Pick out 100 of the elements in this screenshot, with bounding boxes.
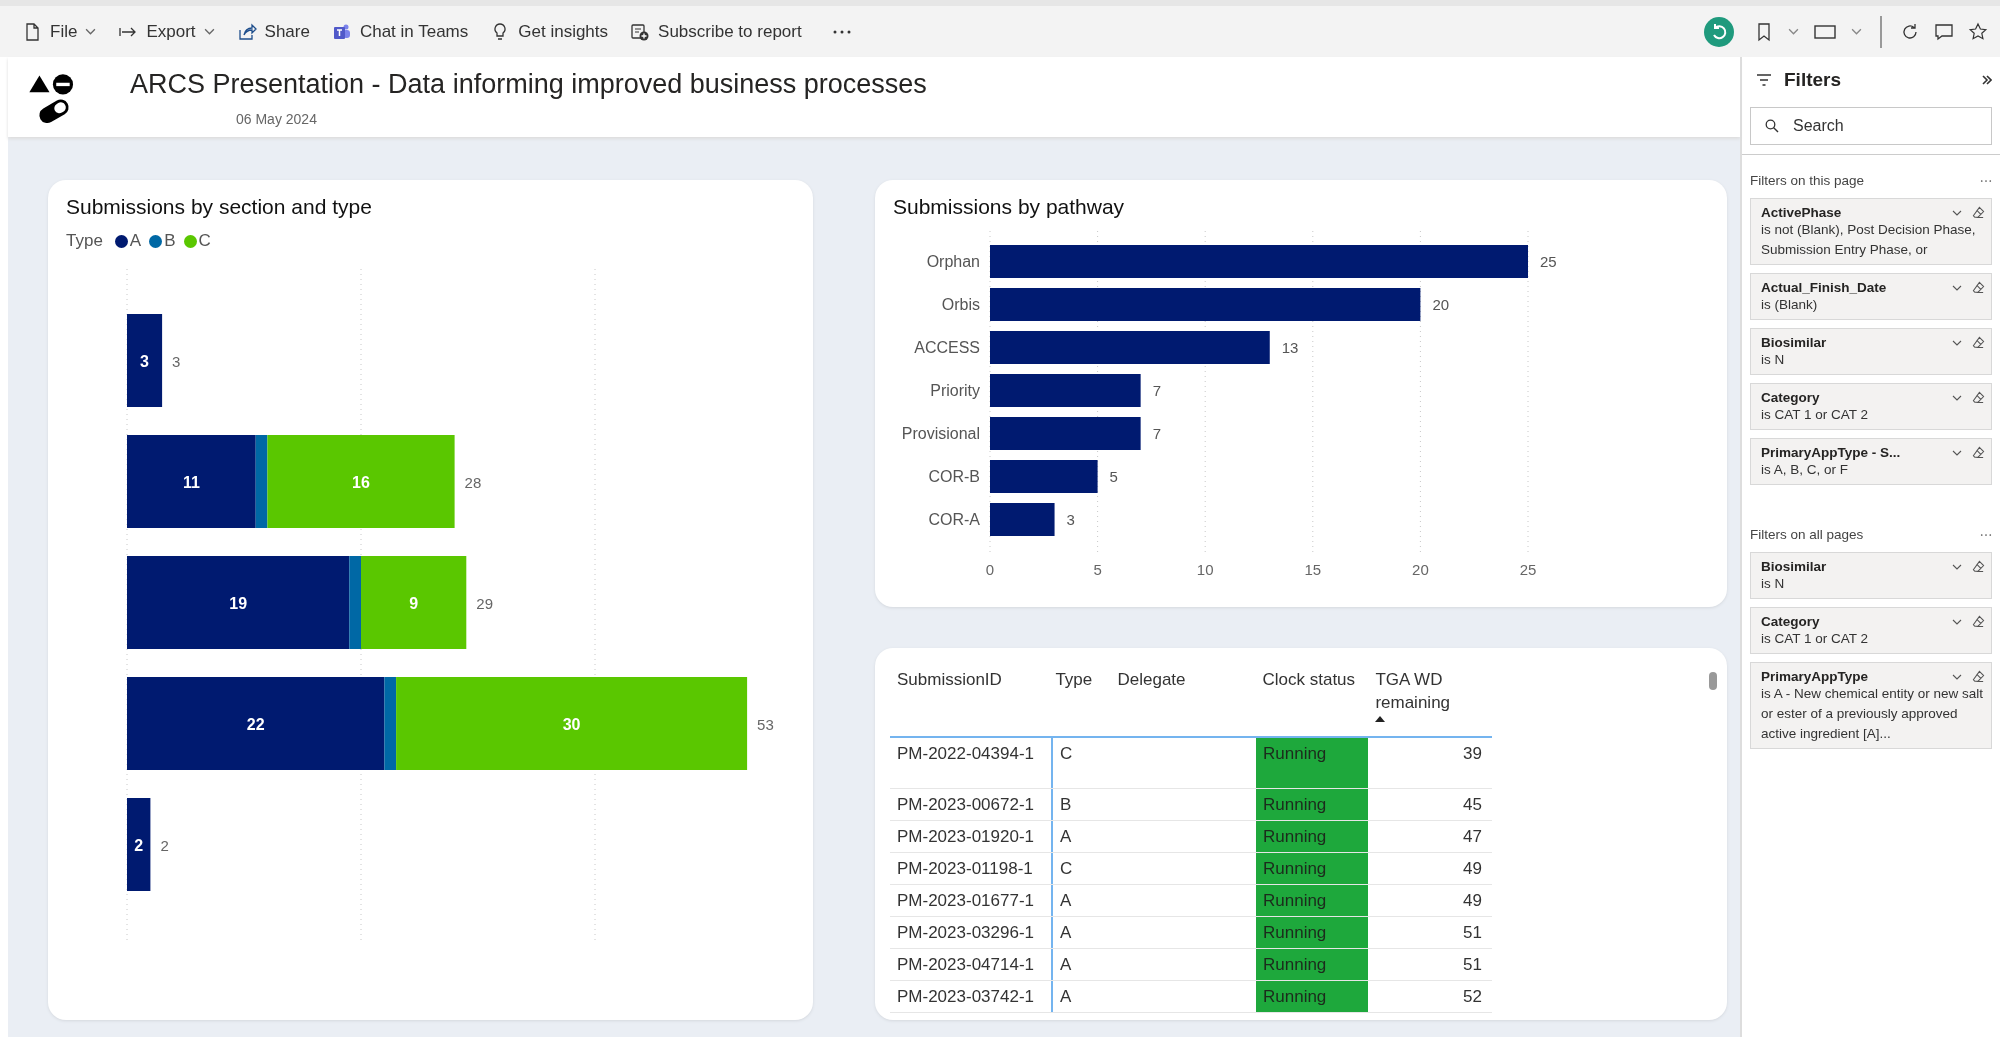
data-label: 5 <box>1109 468 1118 485</box>
data-label: 13 <box>1281 339 1299 356</box>
report-title: ARCS Presentation - Data informing improved business processes <box>130 69 927 100</box>
category-label: COR-A <box>928 511 980 528</box>
chevron-icon[interactable] <box>1952 673 1962 680</box>
filter-condition: is A - New chemical entity or new salt or ester of a previously approved active ingredient [A]... <box>1761 685 1985 743</box>
category-label: Priority <box>930 382 980 399</box>
refresh-icon[interactable] <box>1900 21 1920 42</box>
table-cell: PM-2023-03742-1 <box>890 981 1053 1012</box>
table-cell-text: 47 <box>1462 826 1483 848</box>
chevron-icon[interactable] <box>1952 618 1962 625</box>
table-cell-text: A <box>1059 986 1073 1008</box>
search-field[interactable]: Search <box>1750 107 1992 145</box>
collapse-icon[interactable] <box>1982 75 1992 85</box>
chart-title: Submissions by pathway <box>892 194 1126 219</box>
filter-condition: is CAT 1 or CAT 2 <box>1761 406 1870 424</box>
table-cell-text: 39 <box>1462 743 1483 765</box>
filter-card[interactable]: ActivePhase is not (Blank), Post Decision Phase, Submission Entry Phase, or <box>1750 198 1992 265</box>
axis-tick-label: 5 <box>1093 561 1102 578</box>
category-label: ACCESS <box>914 339 980 356</box>
eraser-icon[interactable] <box>1972 281 1985 294</box>
total-label: 3 <box>172 352 181 370</box>
eraser-icon[interactable] <box>1972 336 1985 349</box>
toolbar-button[interactable]: Get insights <box>484 17 615 46</box>
filter-condition: is not (Blank), Post Decision Phase, Submission Entry Phase, or <box>1761 221 1977 259</box>
table-cell-text: A <box>1059 954 1073 976</box>
toolbar-button[interactable]: Share <box>230 17 316 46</box>
filter-name: Category <box>1761 390 1821 405</box>
column-header[interactable]: Type <box>1048 662 1111 736</box>
more-icon[interactable] <box>831 28 852 35</box>
legend-label: A <box>129 231 142 251</box>
share-icon <box>236 21 257 42</box>
filter-card[interactable]: PrimaryAppType is A - New chemical entity or new salt or ester of a previously approved active ingredient [A]... <box>1750 662 1992 749</box>
eraser-icon[interactable] <box>1972 391 1985 404</box>
legend-title: Type <box>66 231 103 251</box>
filter-name: Biosimilar <box>1761 335 1828 350</box>
table-cell: PM-2022-04394-1 <box>890 738 1053 788</box>
status-cell: Running <box>1256 789 1368 820</box>
legend-label: C <box>198 231 211 251</box>
filter-condition: is (Blank) <box>1761 296 1819 314</box>
column-header[interactable]: TGA WD remaining <box>1368 662 1492 736</box>
filter-card[interactable]: PrimaryAppType - S... is A, B, C, or F <box>1750 438 1992 485</box>
chevron-icon[interactable] <box>1952 394 1962 401</box>
filter-card[interactable]: Category is CAT 1 or CAT 2 <box>1750 607 1992 654</box>
chevron-icon[interactable] <box>1952 339 1962 346</box>
report-date: 06 May 2024 <box>236 111 318 127</box>
axis-tick-label: 20 <box>1412 561 1429 578</box>
data-label: 2 <box>134 836 144 854</box>
data-label: 7 <box>1152 382 1161 399</box>
data-label: 16 <box>352 473 370 491</box>
eraser-icon[interactable] <box>1972 206 1985 219</box>
filter-icon <box>1756 74 1772 86</box>
chevron-icon[interactable] <box>1952 284 1962 291</box>
toolbar-button[interactable]: File <box>16 17 103 46</box>
reset-icon[interactable] <box>1704 16 1734 47</box>
toolbar-button[interactable]: Chat in Teams <box>325 17 475 46</box>
table-cell: PM-2023-01677-1 <box>890 885 1053 916</box>
eraser-icon[interactable] <box>1972 446 1985 459</box>
total-label: 28 <box>464 473 482 491</box>
category-label: Orphan <box>926 253 980 270</box>
status-cell: Running <box>1256 738 1368 788</box>
table-cell-text: C <box>1059 743 1074 765</box>
toolbar-button[interactable]: Subscribe to report <box>624 17 808 46</box>
status-cell: Running <box>1256 821 1368 852</box>
category-label: Orbis <box>941 296 980 313</box>
chevron-icon[interactable] <box>1952 209 1962 216</box>
column-header[interactable]: SubmissionID <box>890 662 1049 736</box>
scrollbar-thumb[interactable] <box>1709 672 1717 690</box>
toolbar-button[interactable]: Export <box>112 17 221 46</box>
data-label: 22 <box>246 715 265 733</box>
caret-icon[interactable] <box>1788 28 1799 35</box>
data-label: 3 <box>140 352 149 370</box>
chevron-icon[interactable] <box>1952 563 1962 570</box>
star-icon[interactable] <box>1968 21 1988 42</box>
table-cell: PM-2023-03296-1 <box>890 917 1053 948</box>
comment-icon[interactable] <box>1934 21 1954 42</box>
filter-card[interactable]: Biosimilar is N <box>1750 552 1992 599</box>
column-header[interactable]: Delegate <box>1110 662 1256 736</box>
data-label: 11 <box>182 473 200 491</box>
filter-card[interactable]: Biosimilar is N <box>1750 328 1992 375</box>
filter-card[interactable]: Actual_Finish_Date is (Blank) <box>1750 273 1992 320</box>
axis-tick-label: 10 <box>1196 561 1214 578</box>
table-cell: PM-2023-01920-1 <box>890 821 1053 852</box>
data-label: 7 <box>1152 425 1161 442</box>
table-cell-text: 49 <box>1462 858 1483 880</box>
data-label: 3 <box>1066 511 1075 528</box>
filter-card[interactable]: Category is CAT 1 or CAT 2 <box>1750 383 1992 430</box>
eraser-icon[interactable] <box>1972 615 1985 628</box>
data-label: 30 <box>562 715 581 733</box>
table-cell-text: 52 <box>1462 986 1483 1008</box>
eraser-icon[interactable] <box>1972 560 1985 573</box>
caret-icon[interactable] <box>1851 28 1862 35</box>
table-cell-text: 51 <box>1462 954 1483 976</box>
column-header[interactable]: Clock status <box>1255 662 1369 736</box>
bar <box>990 503 1055 536</box>
filter-name: PrimaryAppType - S... <box>1761 445 1902 460</box>
chevron-icon[interactable] <box>1952 449 1962 456</box>
eraser-icon[interactable] <box>1972 670 1985 683</box>
filter-condition: is N <box>1761 351 1786 369</box>
table-cell: PM-2023-00672-1 <box>890 789 1053 820</box>
